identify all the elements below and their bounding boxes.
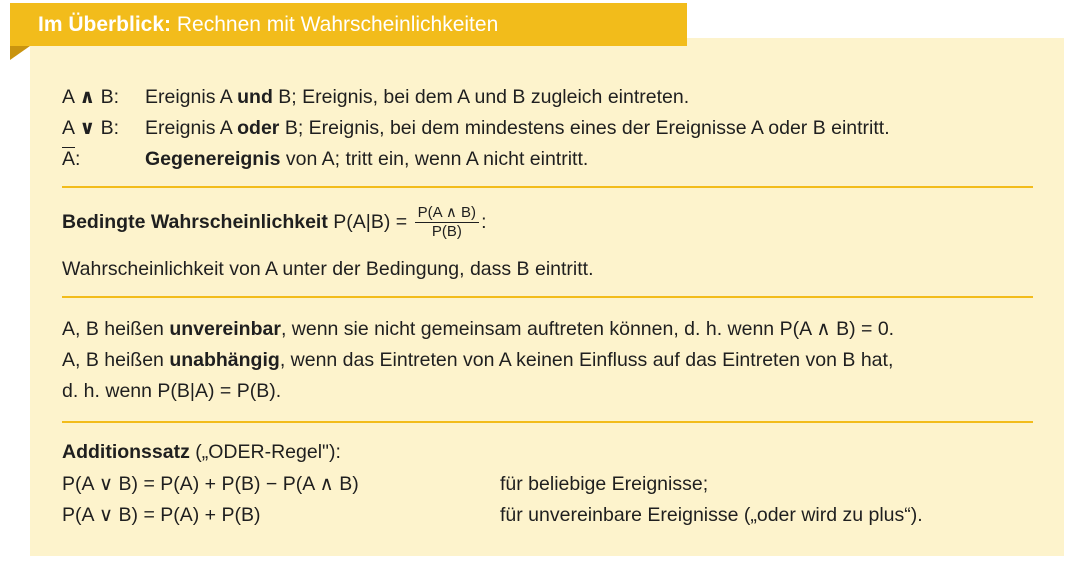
definition-keyword: Gegenereignis (145, 148, 281, 170)
and-operator: ∧ (79, 86, 96, 108)
symbol-a-bar: A (62, 148, 76, 170)
header-title-rest: Rechnen mit Wahrscheinlichkeiten (171, 13, 499, 36)
unabhaengig-line: A, B heißen unabhängig, wenn das Eintret… (62, 347, 893, 373)
definition-keyword: und (237, 86, 273, 108)
divider (62, 421, 1033, 423)
conditional-lhs: P(A|B) = (327, 211, 413, 233)
divider (62, 186, 1033, 188)
formula-exclusive: P(A ∨ B) = P(A) + P(B) (62, 504, 261, 526)
relation-keyword: unvereinbar (169, 318, 281, 340)
conditional-title: Bedingte Wahrscheinlichkeit (62, 211, 328, 233)
formula-exclusive-note: für unvereinbare Ereignisse („oder wird … (500, 504, 923, 526)
symbol-b: B: (95, 117, 120, 139)
divider (62, 296, 1033, 298)
symbol-a: A (62, 86, 80, 108)
conditional-description: Wahrscheinlichkeit von A unter der Bedin… (62, 258, 594, 280)
definition-text: B; Ereignis, bei dem mindestens eines de… (279, 117, 890, 139)
fraction-denominator: P(B) (431, 223, 462, 241)
relation-text: , wenn das Eintreten von A keinen Einflu… (279, 349, 894, 371)
header-title-bold: Im Überblick: (38, 13, 172, 36)
symbol-a: A (62, 117, 80, 139)
formula-general-note: für beliebige Ereignisse; (500, 473, 709, 495)
definition-text: von A; tritt ein, wenn A nicht eintritt. (280, 148, 589, 170)
unabhaengig-condition: d. h. wenn P(B|A) = P(B). (62, 380, 282, 402)
definition-text: Ereignis A (145, 86, 238, 108)
addition-formula-exclusive: P(A ∨ B) = P(A) + P(B) für unvereinbare … (62, 502, 1042, 528)
formula-general: P(A ∨ B) = P(A) + P(B) − P(A ∧ B) (62, 473, 359, 495)
symbol-b: B: (95, 86, 120, 108)
definition-text: Ereignis A (145, 117, 238, 139)
addition-keyword: Additionssatz (62, 441, 190, 463)
conditional-fraction: P(A ∧ B) P(B) (414, 204, 480, 241)
definition-text: B; Ereignis, bei dem A und B zugleich ei… (272, 86, 690, 108)
fraction-numerator: P(A ∧ B) (414, 204, 480, 224)
addition-formula-general: P(A ∨ B) = P(A) + P(B) − P(A ∧ B) für be… (62, 471, 1042, 497)
relation-keyword: unabhängig (169, 349, 280, 371)
relation-text: A, B heißen (62, 318, 170, 340)
addition-subtitle: („ODER-Regel"): (189, 441, 341, 463)
conditional-formula: Bedingte Wahrscheinlichkeit P(A|B) = P(A… (62, 204, 486, 241)
relation-text: A, B heißen (62, 349, 170, 371)
symbol-colon: : (75, 148, 81, 170)
or-operator: ∨ (79, 117, 96, 139)
conditional-colon: : (481, 211, 487, 233)
addition-title: Additionssatz („ODER-Regel"): (62, 439, 341, 465)
banner-fold (10, 46, 30, 60)
definition-keyword: oder (237, 117, 280, 139)
unvereinbar-line: A, B heißen unvereinbar, wenn sie nicht … (62, 316, 894, 342)
header-banner: Im Überblick: Rechnen mit Wahrscheinlich… (10, 3, 687, 46)
relation-text: , wenn sie nicht gemeinsam auftreten kön… (280, 318, 895, 340)
